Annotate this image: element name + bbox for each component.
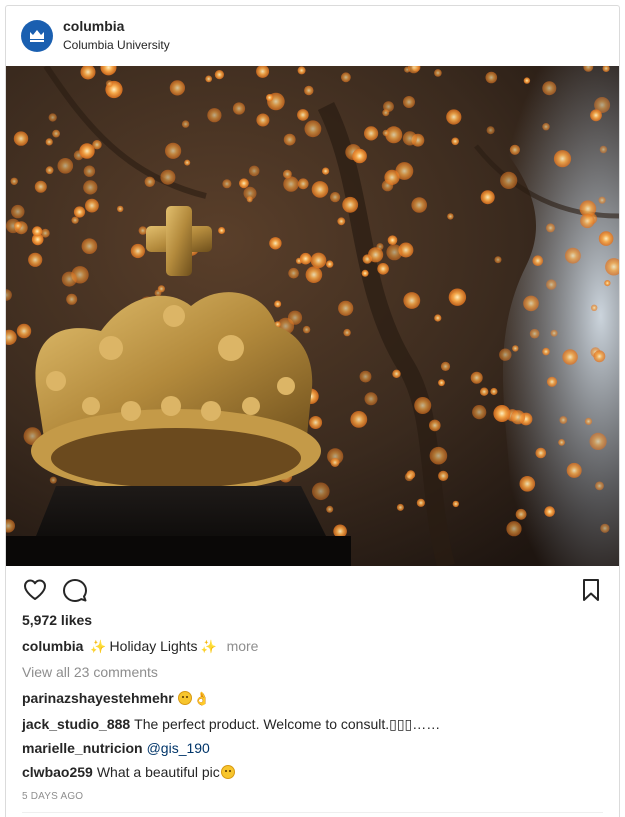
- crown-holiday-lights-image: [6, 66, 619, 566]
- likes-count[interactable]: 5,972 likes: [22, 612, 92, 628]
- post-photo[interactable]: [6, 66, 619, 566]
- comment-button[interactable]: [62, 577, 88, 603]
- post-header: columbia Columbia University: [6, 6, 619, 66]
- comment-text: What a beautiful pic: [96, 764, 220, 780]
- sparkle-icon: ✨: [200, 639, 217, 654]
- post-caption: columbia ✨ Holiday Lights ✨ more: [22, 638, 258, 655]
- ok-hand-icon: 👌: [193, 691, 210, 706]
- comment-item: jack_studio_888 The perfect product. Welc…: [22, 716, 440, 733]
- smiling-face-icon: [177, 691, 192, 705]
- post-card: columbia Columbia University 5,972 likes…: [5, 5, 620, 817]
- comment-item: clwbao259 What a beautiful pic: [22, 764, 235, 780]
- bookmark-icon: [583, 579, 599, 601]
- divider: [22, 812, 603, 813]
- comment-username[interactable]: jack_studio_888: [22, 716, 130, 732]
- comment-username[interactable]: parinazshayestehmehr: [22, 690, 174, 706]
- comment-mention[interactable]: @gis_190: [147, 740, 210, 756]
- like-button[interactable]: [22, 577, 48, 603]
- save-button[interactable]: [578, 577, 604, 603]
- comment-username[interactable]: marielle_nutricion: [22, 740, 143, 756]
- grinning-face-icon: [220, 765, 235, 779]
- post-username[interactable]: columbia: [63, 18, 124, 34]
- caption-username[interactable]: columbia: [22, 638, 83, 654]
- sparkle-icon: ✨: [90, 639, 107, 654]
- avatar[interactable]: [21, 20, 53, 52]
- comment-text: The perfect product. Welcome to consult.…: [134, 716, 441, 732]
- caption-text: Holiday Lights: [109, 638, 198, 654]
- post-location[interactable]: Columbia University: [63, 38, 170, 52]
- heart-icon: [24, 579, 46, 600]
- crown-logo-icon: [21, 20, 53, 52]
- comment-item: marielle_nutricion @gis_190: [22, 740, 210, 756]
- caption-more-link[interactable]: more: [227, 638, 259, 654]
- comment-username[interactable]: clwbao259: [22, 764, 93, 780]
- view-all-comments-link[interactable]: View all 23 comments: [22, 664, 158, 680]
- comment-bubble-icon: [63, 579, 87, 602]
- comment-item: parinazshayestehmehr 👌: [22, 690, 210, 707]
- post-timestamp[interactable]: 5 DAYS AGO: [22, 791, 83, 802]
- post-actions: [6, 566, 619, 612]
